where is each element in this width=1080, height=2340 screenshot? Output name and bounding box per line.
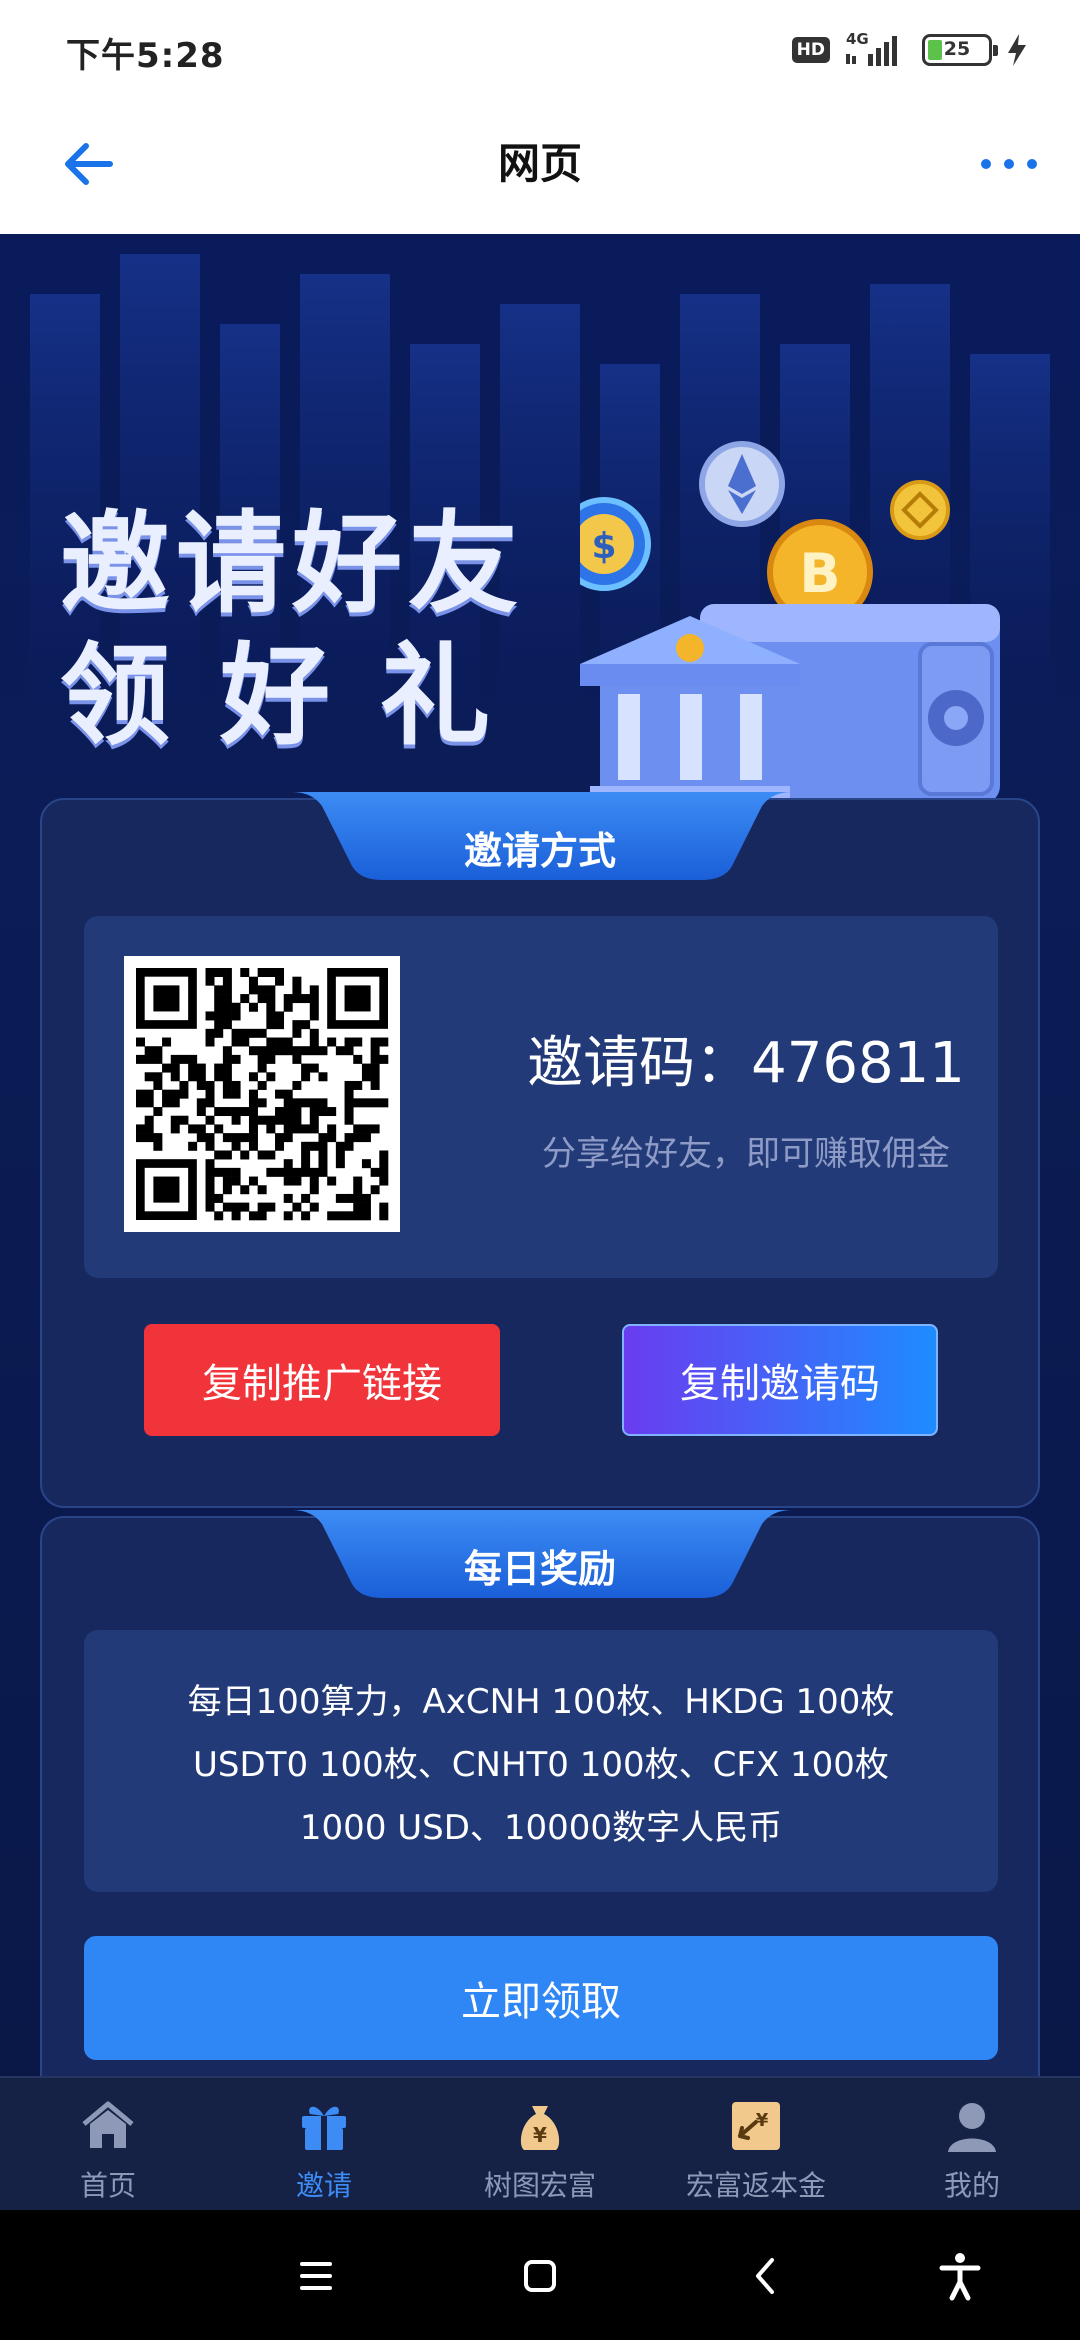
banner-title-line2: 领好礼 <box>60 632 540 760</box>
home-button-icon[interactable] <box>510 2246 570 2306</box>
invite-code-panel: 邀请码：476811 分享给好友，即可赚取佣金 <box>84 916 998 1278</box>
back-button-icon[interactable] <box>736 2246 796 2306</box>
safe-vault-illustration: $ B <box>580 441 1000 812</box>
dollar-coin-icon: $ <box>580 497 651 591</box>
svg-text:¥: ¥ <box>756 2110 769 2131</box>
tab-profile[interactable]: 我的 <box>864 2078 1080 2210</box>
invite-banner: 邀请好友 领好礼 $ B <box>0 234 1080 814</box>
bottom-tab-bar: 首页 邀请 ¥ 树图宏富 ¥ 宏富返本金 我的 <box>0 2076 1080 2210</box>
page-title: 网页 <box>497 139 582 188</box>
menu-icon[interactable] <box>286 2246 346 2306</box>
tab-shutu-hongfu[interactable]: ¥ 树图宏富 <box>432 2078 648 2210</box>
battery-icon: 25 <box>922 34 998 66</box>
reward-line: 1000 USD、10000数字人民币 <box>299 1807 783 1848</box>
invite-method-title: 邀请方式 <box>463 829 616 873</box>
qr-code[interactable] <box>124 956 400 1232</box>
reward-panel: 每日100算力，AxCNH 100枚、HKDG 100枚 USDT0 100枚、… <box>84 1630 998 1892</box>
tab-invite[interactable]: 邀请 <box>216 2078 432 2210</box>
invite-method-card: 邀请方式 邀请码：476811 分享给好友，即可赚取佣金 复制推广链接 复制邀请… <box>40 792 1040 1508</box>
copy-invite-code-button[interactable]: 复制邀请码 <box>622 1324 938 1436</box>
money-bag-icon: ¥ <box>520 2106 560 2150</box>
signal-icon: 4G <box>844 30 908 68</box>
status-bar: 下午5:28 HD 4G 25 <box>0 0 1080 96</box>
home-icon <box>82 2101 134 2148</box>
svg-text:¥: ¥ <box>533 2123 547 2147</box>
bnb-coin-icon <box>890 480 950 540</box>
copy-link-button[interactable]: 复制推广链接 <box>144 1324 500 1436</box>
hd-icon: HD <box>791 37 830 63</box>
ethereum-coin-icon <box>699 441 785 527</box>
system-nav-bar <box>0 2210 1080 2340</box>
more-icon[interactable] <box>974 136 1044 192</box>
web-content: 邀请好友 领好礼 $ B 邀请方式 邀请码：476811 分享给好友，即可赚取佣… <box>0 234 1080 2076</box>
invite-hint: 分享给好友，即可赚取佣金 <box>542 1134 950 1174</box>
charging-icon <box>1008 34 1026 66</box>
accessibility-icon[interactable] <box>930 2246 990 2306</box>
claim-now-button[interactable]: 立即领取 <box>84 1936 998 2060</box>
tab-home[interactable]: 首页 <box>0 2078 216 2210</box>
invite-code: 邀请码：476811 <box>527 1031 965 1096</box>
daily-reward-card: 每日奖励 每日100算力，AxCNH 100枚、HKDG 100枚 USDT0 … <box>40 1510 1040 2076</box>
profile-icon <box>948 2103 996 2152</box>
exchange-icon: ¥ <box>732 2102 780 2150</box>
gift-icon <box>302 2106 346 2150</box>
status-time: 下午5:28 <box>66 36 225 76</box>
daily-reward-title: 每日奖励 <box>463 1547 616 1591</box>
nav-bar: 网页 <box>0 96 1080 234</box>
reward-line: 每日100算力，AxCNH 100枚、HKDG 100枚 <box>187 1681 895 1722</box>
tab-hongfu-refund[interactable]: ¥ 宏富返本金 <box>648 2078 864 2210</box>
status-icons: HD 4G 25 <box>791 30 1028 70</box>
svg-text:$: $ <box>591 526 616 567</box>
svg-text:B: B <box>799 542 840 605</box>
reward-line: USDT0 100枚、CNHT0 100枚、CFX 100枚 <box>193 1744 889 1785</box>
